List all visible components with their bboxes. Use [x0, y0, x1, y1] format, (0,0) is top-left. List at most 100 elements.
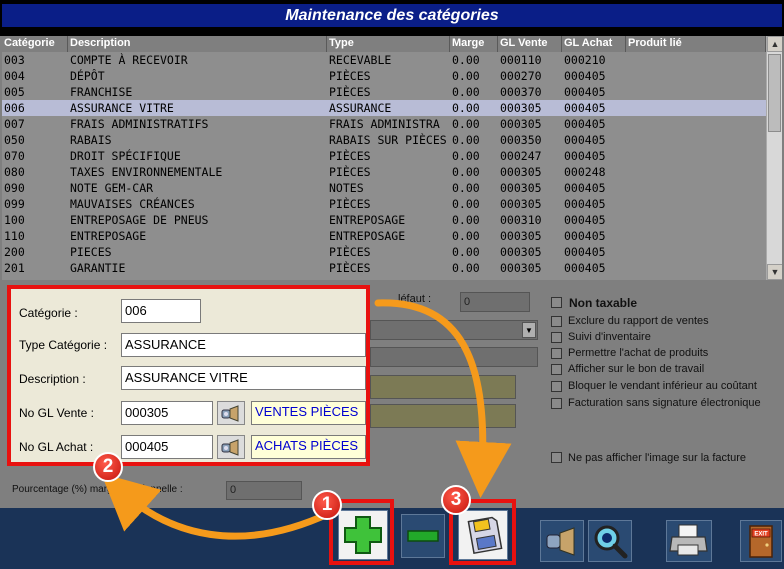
- option-label: Exclure du rapport de ventes: [568, 315, 709, 327]
- cell-categorie: 007: [4, 117, 25, 131]
- description-label: Description :: [19, 372, 86, 386]
- checkbox-image-facture[interactable]: [551, 452, 562, 463]
- grid-header: Catégorie Description Type Marge GL Vent…: [2, 36, 766, 52]
- scroll-up-icon[interactable]: ▲: [767, 36, 782, 52]
- cell-categorie: 100: [4, 213, 25, 227]
- cell-description: COMPTE À RECEVOIR: [70, 53, 188, 67]
- cell-categorie: 005: [4, 85, 25, 99]
- grid-vertical-scrollbar[interactable]: ▲ ▼: [766, 36, 782, 280]
- table-row[interactable]: 200 PIECES PIÈCES 0.00 000305 000405: [2, 244, 766, 260]
- table-row[interactable]: 100 ENTREPOSAGE DE PNEUS ENTREPOSAGE 0.00 00…: [2, 212, 766, 228]
- option-label-image-facture: Ne pas afficher l'image sur la facture: [568, 452, 746, 464]
- option-label: Suivi d'inventaire: [568, 331, 651, 343]
- cell-gl-achat: 000248: [564, 165, 606, 179]
- cell-marge: 0.00: [452, 69, 480, 83]
- categorie-input[interactable]: 006: [121, 299, 201, 323]
- option-checkbox[interactable]: [551, 316, 562, 327]
- cell-gl-vente: 000270: [500, 69, 542, 83]
- lookup-button[interactable]: [540, 520, 584, 562]
- table-row[interactable]: 080 TAXES ENVIRONNEMENTALE PIÈCES 0.00 00030…: [2, 164, 766, 180]
- gl-vente-input[interactable]: 000305: [121, 401, 213, 425]
- cell-categorie: 090: [4, 181, 25, 195]
- gl-vente-lookup-button[interactable]: [217, 401, 245, 425]
- cell-type: PIÈCES: [329, 149, 371, 163]
- cell-type: PIÈCES: [329, 261, 371, 275]
- cell-marge: 0.00: [452, 149, 480, 163]
- gl-vente-label: No GL Vente :: [19, 406, 94, 420]
- pourcentage-field[interactable]: 0: [226, 481, 302, 500]
- column-header-description[interactable]: Description: [68, 36, 327, 52]
- dropdown-arrow-icon[interactable]: ▼: [522, 322, 536, 338]
- table-row[interactable]: 099 MAUVAISES CRÉANCES PIÈCES 0.00 000305 000…: [2, 196, 766, 212]
- cell-marge: 0.00: [452, 229, 480, 243]
- description-input[interactable]: ASSURANCE VITRE: [121, 366, 366, 390]
- gl-vente-desc-bg: [370, 375, 516, 399]
- table-row[interactable]: 007 FRAIS ADMINISTRATIFS FRAIS ADMINISTRA 0…: [2, 116, 766, 132]
- cell-marge: 0.00: [452, 53, 480, 67]
- table-row[interactable]: 005 FRANCHISE PIÈCES 0.00 000370 000405: [2, 84, 766, 100]
- table-row[interactable]: 003 COMPTE À RECEVOIR RECEVABLE 0.00 000110 0…: [2, 52, 766, 68]
- cell-description: NOTE GEM-CAR: [70, 181, 154, 195]
- category-form-highlight: Catégorie : 006 Type Catégorie : ASSURAN…: [7, 285, 370, 466]
- option-checkbox[interactable]: [551, 381, 562, 392]
- cell-gl-achat: 000405: [564, 101, 606, 115]
- option-checkbox[interactable]: [551, 332, 562, 343]
- exit-button[interactable]: EXIT: [740, 520, 782, 562]
- column-header-gl-achat[interactable]: GL Achat: [562, 36, 626, 52]
- column-header-gl-vente[interactable]: GL Vente: [498, 36, 562, 52]
- option-checkbox[interactable]: [551, 364, 562, 375]
- type-categorie-label: Type Catégorie :: [19, 338, 108, 352]
- table-row[interactable]: 050 RABAIS RABAIS SUR PIÈCES 0.00 000350 0004…: [2, 132, 766, 148]
- option-label: Non taxable: [569, 296, 638, 310]
- cell-marge: 0.00: [452, 165, 480, 179]
- option-checkbox[interactable]: [551, 398, 562, 409]
- table-row[interactable]: 006 ASSURANCE VITRE ASSURANCE 0.00 000305 000…: [2, 100, 766, 116]
- search-button[interactable]: [588, 520, 632, 562]
- column-header-marge[interactable]: Marge: [450, 36, 498, 52]
- table-row[interactable]: 110 ENTREPOSAGE ENTREPOSAGE 0.00 000305 00040…: [2, 228, 766, 244]
- cell-gl-achat: 000405: [564, 69, 606, 83]
- cell-type: PIÈCES: [329, 165, 371, 179]
- remove-button[interactable]: [401, 514, 445, 558]
- gl-achat-input[interactable]: 000405: [121, 435, 213, 459]
- printer-icon: [669, 524, 708, 556]
- option-checkbox[interactable]: [551, 348, 562, 359]
- scroll-thumb[interactable]: [768, 54, 781, 132]
- category-grid[interactable]: Catégorie Description Type Marge GL Vent…: [2, 36, 782, 280]
- column-header-categorie[interactable]: Catégorie: [2, 36, 68, 52]
- cell-gl-vente: 000247: [500, 149, 542, 163]
- cell-description: FRAIS ADMINISTRATIFS: [70, 117, 209, 131]
- table-row[interactable]: 201 GARANTIE PIÈCES 0.00 000305 000405: [2, 260, 766, 276]
- cell-gl-achat: 000405: [564, 245, 606, 259]
- cell-categorie: 201: [4, 261, 25, 275]
- table-row[interactable]: 090 NOTE GEM-CAR NOTES 0.00 000305 000405: [2, 180, 766, 196]
- gl-achat-description: ACHATS PIÈCES: [251, 435, 366, 459]
- cell-description: ENTREPOSAGE: [70, 229, 147, 243]
- cell-type: ASSURANCE: [329, 101, 392, 115]
- cell-gl-achat: 000405: [564, 229, 606, 243]
- table-row[interactable]: 004 DÉPÔT PIÈCES 0.00 000270 000405: [2, 68, 766, 84]
- cell-gl-achat: 000405: [564, 181, 606, 195]
- title-bar: Maintenance des catégories: [0, 0, 784, 36]
- option-label: Bloquer le vendant inférieur au coûtant: [568, 380, 757, 392]
- column-header-type[interactable]: Type: [327, 36, 450, 52]
- cell-categorie: 110: [4, 229, 25, 243]
- defaut-field[interactable]: 0: [460, 292, 530, 312]
- gl-achat-lookup-button[interactable]: [217, 435, 245, 459]
- type-categorie-input[interactable]: ASSURANCE: [121, 333, 366, 357]
- cell-description: ASSURANCE VITRE: [70, 101, 174, 115]
- defaut-label: léfaut :: [398, 293, 432, 305]
- option-checkbox[interactable]: [551, 297, 562, 308]
- cell-gl-achat: 000405: [564, 197, 606, 211]
- cell-description: RABAIS: [70, 133, 112, 147]
- type-dropdown[interactable]: ▼: [370, 320, 538, 340]
- table-row[interactable]: 070 DROIT SPÉCIFIQUE PIÈCES 0.00 000247 00040…: [2, 148, 766, 164]
- print-button[interactable]: [666, 520, 712, 562]
- scroll-down-icon[interactable]: ▼: [767, 264, 782, 280]
- cell-marge: 0.00: [452, 261, 480, 275]
- column-header-produit-lie[interactable]: Produit lié: [626, 36, 766, 52]
- cell-categorie: 003: [4, 53, 25, 67]
- flashlight-icon: [221, 439, 239, 456]
- cell-gl-vente: 000110: [500, 53, 542, 67]
- cell-type: NOTES: [329, 181, 364, 195]
